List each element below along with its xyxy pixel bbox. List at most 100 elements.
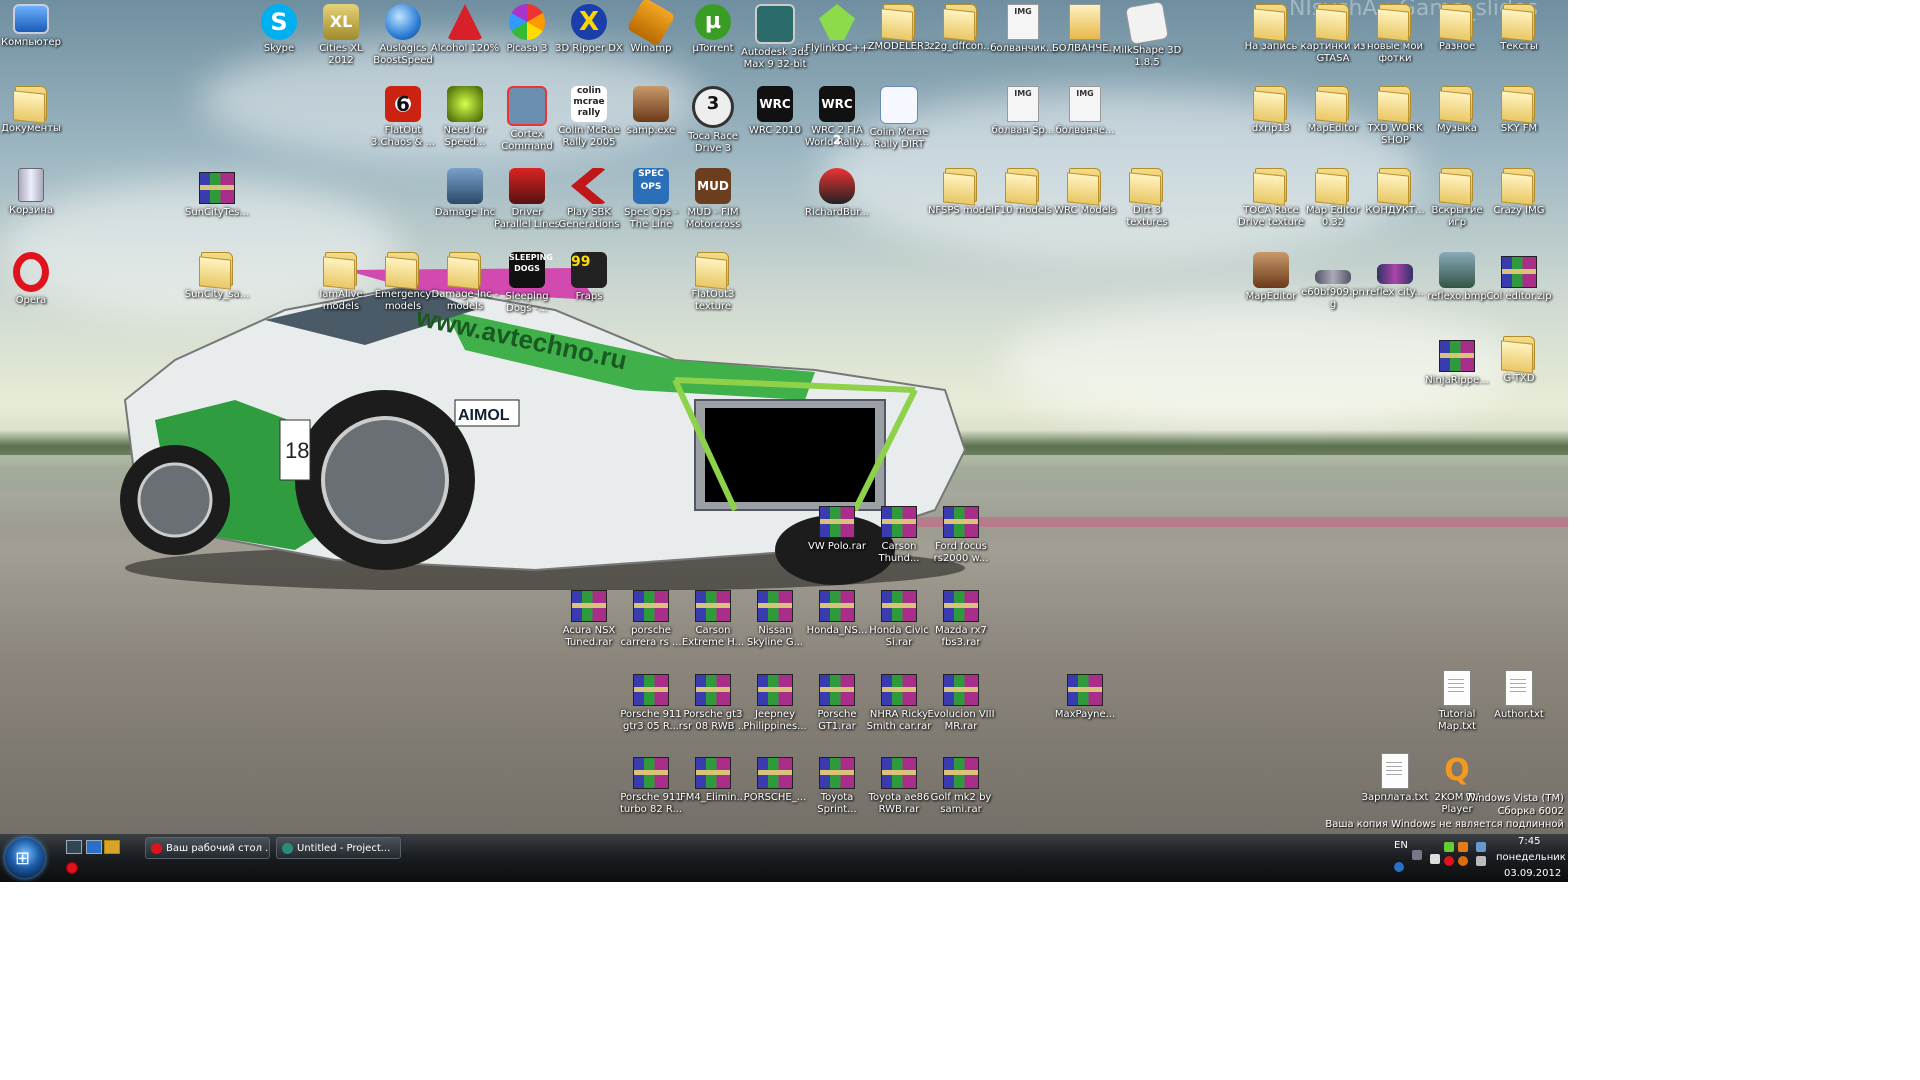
sbk-shortcut[interactable]: Play SBK Generations xyxy=(554,168,624,231)
png-file[interactable]: e60bf909.png xyxy=(1298,252,1368,311)
ninjaripper-rar[interactable]: NinjaRippe... xyxy=(1422,336,1492,387)
gtasa-pictures-folder[interactable]: картинки из GTASA xyxy=(1298,4,1368,65)
reflex-city-file[interactable]: reflex city... xyxy=(1360,252,1430,299)
flylink-shortcut[interactable]: FlylinkDC++ xyxy=(802,4,872,55)
rar-file[interactable]: Mazda rx7 fbs3.rar xyxy=(926,586,996,649)
rar-file[interactable]: Jeepney Philippines... xyxy=(740,670,810,733)
wrc-models-folder[interactable]: WRC Models xyxy=(1050,168,1120,217)
damage-inc-shortcut[interactable]: Damage Inc xyxy=(430,168,500,219)
rar-file[interactable]: PORSCHE_... xyxy=(740,753,810,804)
damage-inc-folder[interactable]: Damage Inc - models xyxy=(430,252,500,313)
rar-file[interactable]: Porsche 911 turbo 82 R... xyxy=(616,753,686,816)
toca-3-shortcut[interactable]: 3 Toca Race Drive 3 xyxy=(678,86,748,155)
rar-file[interactable]: Nissan Skyline G... xyxy=(740,586,810,649)
rar-file[interactable]: Honda Civic Si.rar xyxy=(864,586,934,649)
help-icon[interactable] xyxy=(1394,862,1404,872)
sky-fm-folder[interactable]: SKY FM xyxy=(1484,86,1554,135)
emergency-folder[interactable]: Emergency models xyxy=(368,252,438,313)
rar-file[interactable]: porsche carrera rs ... xyxy=(616,586,686,649)
start-button[interactable]: ⊞ xyxy=(5,838,45,878)
dxrip-folder[interactable]: dxrip13 xyxy=(1236,86,1306,135)
rar-file[interactable]: Toyota Sprint... xyxy=(802,753,872,816)
na-zapis-folder[interactable]: На запись xyxy=(1236,4,1306,53)
computer-icon[interactable]: Компьютер xyxy=(0,4,66,49)
rar-file[interactable]: Porsche GT1.rar xyxy=(802,670,872,733)
colin-mcrae-2005-shortcut[interactable]: colin mcrae rally Colin McRae Rally 2005 xyxy=(554,86,624,149)
recycle-bin-icon[interactable]: Корзина xyxy=(0,168,66,217)
texts-folder[interactable]: Тексты xyxy=(1484,4,1554,53)
map-editor-032-folder[interactable]: Map Editor 0.32 xyxy=(1298,168,1368,229)
dirt3-folder[interactable]: Dirt 3 textures xyxy=(1112,168,1182,229)
rar-file[interactable]: Porsche 911 gtr3 05 R... xyxy=(616,670,686,733)
nfs-shortcut[interactable]: Need for Speed... xyxy=(430,86,500,149)
game-unpack-folder[interactable]: Вскрытие игр xyxy=(1422,168,1492,229)
opera-shortcut[interactable]: Opera xyxy=(0,252,66,307)
rar-file[interactable]: Carson Extreme H... xyxy=(678,586,748,649)
driver-shortcut[interactable]: Driver Parallel Lines xyxy=(492,168,562,231)
rar-file[interactable]: Acura NSX Tuned.rar xyxy=(554,586,624,649)
z2g-folder[interactable]: z2g_dffcon... xyxy=(926,4,996,53)
cities-xl-shortcut[interactable]: XL Cities XL 2012 xyxy=(306,4,376,67)
flatout3-shortcut[interactable]: 6 FlatOut 3.Chaos & ... xyxy=(368,86,438,149)
img-file-4[interactable]: IMG болванче... xyxy=(1050,86,1120,137)
fraps-shortcut[interactable]: 99 Fraps xyxy=(554,252,624,303)
crazy-img-folder[interactable]: Crazy IMG xyxy=(1484,168,1554,217)
richard-burns-shortcut[interactable]: RichardBur... xyxy=(802,168,872,219)
flatout3-texture-folder[interactable]: FlatOut3 texture xyxy=(678,252,748,313)
wrc-2-shortcut[interactable]: WRC 2WRC 2 FIA World Rally... xyxy=(802,86,872,149)
g-txd-folder[interactable]: G-TXD xyxy=(1484,336,1554,385)
picasa-shortcut[interactable]: Picasa 3 xyxy=(492,4,562,55)
suncity-folder[interactable]: SunCity_sa... xyxy=(182,252,252,301)
rar-file[interactable]: Honda_NS... xyxy=(802,586,872,637)
kondukt-folder[interactable]: КОНДУКТ... xyxy=(1360,168,1430,217)
auslogics-shortcut[interactable]: Auslogics BoostSpeed xyxy=(368,4,438,67)
rar-file[interactable]: Ford focus rs2000 w... xyxy=(926,502,996,565)
utorrent-shortcut[interactable]: µ µTorrent xyxy=(678,4,748,55)
samp-shortcut[interactable]: samp.exe xyxy=(616,86,686,137)
network-icon[interactable] xyxy=(1412,850,1422,860)
txd-workshop-folder[interactable]: TXD WORK SHOP xyxy=(1360,86,1430,147)
author-txt[interactable]: Author.txt xyxy=(1484,670,1554,721)
col-editor-zip[interactable]: Col editor.zip xyxy=(1484,252,1554,303)
photos-folder[interactable]: новые мои фотки xyxy=(1360,4,1430,65)
rar-file[interactable]: NHRA Ricky Smith car.rar xyxy=(864,670,934,733)
sleeping-dogs-shortcut[interactable]: SLEEPING DOGS Sleeping Dogs -... xyxy=(492,252,562,315)
spec-ops-shortcut[interactable]: SPEC OPS Spec Ops - The Line xyxy=(616,168,686,231)
suncity-rar[interactable]: SunCityTes... xyxy=(182,168,252,219)
mapeditor-shortcut[interactable]: MapEditor xyxy=(1236,252,1306,303)
rar-file[interactable]: Carson Thund... xyxy=(864,502,934,565)
rar-file[interactable]: Golf mk2 by sami.rar xyxy=(926,753,996,816)
rar-file[interactable]: Evolucion VIII MR.rar xyxy=(926,670,996,733)
milkshape-shortcut[interactable]: MilkShape 3D 1.8.5 xyxy=(1112,0,1182,69)
rar-file[interactable]: Porsche gt3 rsr 08 RWB ... xyxy=(678,670,748,733)
cortex-command-shortcut[interactable]: Cortex Command xyxy=(492,86,562,153)
salary-txt[interactable]: Зарплата.txt xyxy=(1360,753,1430,804)
music-folder[interactable]: Музыка xyxy=(1422,86,1492,135)
3d-ripper-shortcut[interactable]: X 3D Ripper DX xyxy=(554,4,624,55)
rar-file[interactable]: MaxPayne... xyxy=(1050,670,1120,721)
nfsps-folder[interactable]: NFSPS model xyxy=(926,168,996,217)
rar-file[interactable]: VW Polo.rar xyxy=(802,502,872,553)
rar-file[interactable]: FM4_Elimin... xyxy=(678,753,748,804)
alcohol-shortcut[interactable]: Alcohol 120% xyxy=(430,4,500,55)
winamp-shortcut[interactable]: Winamp xyxy=(616,0,686,55)
opera-quicklaunch-icon[interactable] xyxy=(66,862,78,874)
skype-shortcut[interactable]: S Skype xyxy=(244,4,314,55)
volume-icon[interactable] xyxy=(1476,856,1486,866)
tray-app-icon[interactable] xyxy=(1444,842,1454,852)
3dsmax-shortcut[interactable]: Autodesk 3ds Max 9 32-bit xyxy=(740,4,810,71)
img-file-3[interactable]: IMG болван Sp... xyxy=(988,86,1058,137)
taskbar-project-window[interactable]: Untitled - Project... xyxy=(276,837,401,859)
wrc-2010-shortcut[interactable]: WRC WRC 2010 xyxy=(740,86,810,137)
misc-folder[interactable]: Разное xyxy=(1422,4,1492,53)
tray-app-icon[interactable] xyxy=(1458,842,1468,852)
img-file-1[interactable]: IMG болванчик... xyxy=(988,4,1058,55)
f10-folder[interactable]: F10 models xyxy=(988,168,1058,217)
language-indicator[interactable]: EN xyxy=(1394,840,1408,851)
switch-windows-icon[interactable] xyxy=(86,840,102,854)
taskbar-opera-window[interactable]: Ваш рабочий стол ... xyxy=(145,837,270,859)
img-file-2[interactable]: БОЛВАНЧЕ... xyxy=(1050,4,1120,55)
notification-icon[interactable] xyxy=(1458,856,1468,866)
zmodeler-folder[interactable]: ZMODELER3 xyxy=(864,4,934,53)
display-icon[interactable] xyxy=(1476,842,1486,852)
